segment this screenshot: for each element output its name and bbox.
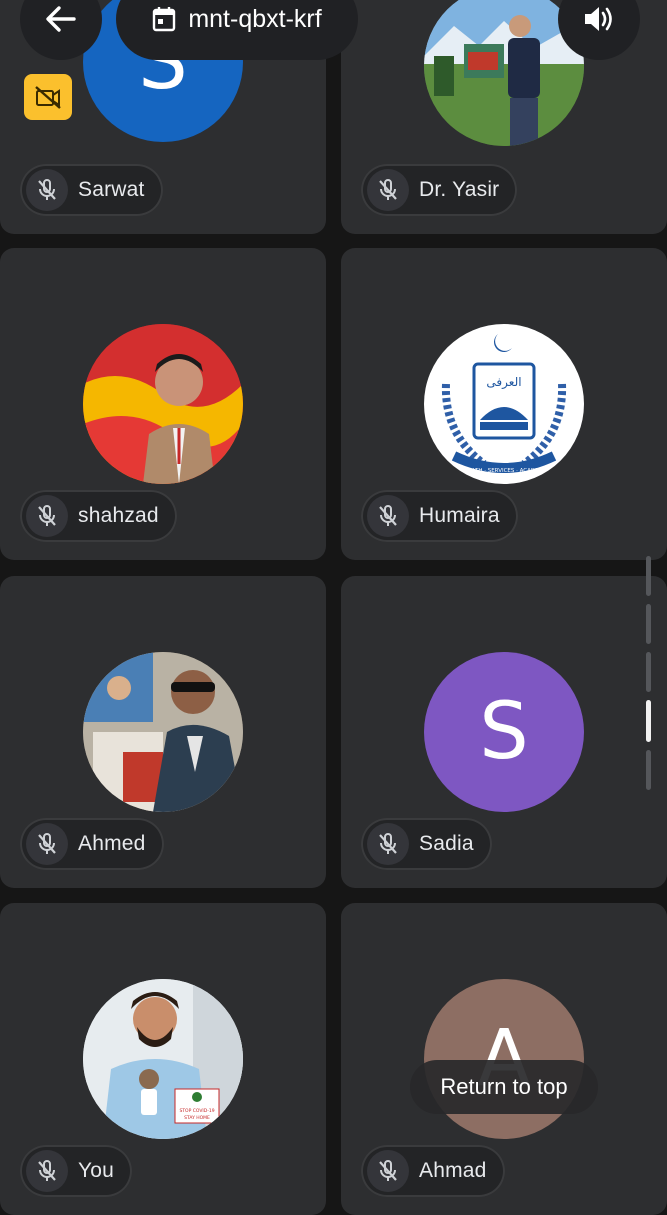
participant-name: Dr. Yasir (419, 178, 500, 201)
name-pill: Sarwat (20, 164, 163, 216)
participant-name: Ahmed (78, 832, 146, 855)
participant-name: Sarwat (78, 178, 145, 201)
scrollbar-segment (646, 750, 651, 790)
scrollbar-segment (646, 604, 651, 644)
participant-name: Ahmad (419, 1159, 487, 1182)
name-pill: Ahmed (20, 818, 164, 870)
scrollbar-thumb[interactable] (646, 700, 651, 742)
arrow-left-icon (46, 6, 76, 32)
participant-tile-you[interactable]: STOP COVID-19 STAY HOME You (0, 903, 326, 1215)
avatar-you: STOP COVID-19 STAY HOME (83, 979, 243, 1139)
avatar-letter: S (479, 687, 529, 777)
name-pill: Humaira (361, 490, 518, 542)
mic-off-icon (26, 823, 68, 865)
participant-tile-sadia[interactable]: S Sadia (341, 576, 667, 888)
avatar-humaira: العرفی HEALTH · SERVICES · ACADEMY (424, 324, 584, 484)
participant-name: shahzad (78, 504, 159, 527)
mic-off-icon (26, 495, 68, 537)
emblem-top-text: العرفی (486, 375, 521, 390)
mic-off-icon (367, 1150, 409, 1192)
calendar-icon (153, 7, 176, 32)
meeting-code: mnt-qbxt-krf (188, 4, 322, 33)
avatar-ahmad: A (424, 979, 584, 1139)
participant-name: Humaira (419, 504, 500, 527)
scrollbar-segment (646, 652, 651, 692)
participant-tile-ahmed[interactable]: Ahmed (0, 576, 326, 888)
participant-name: Sadia (419, 832, 474, 855)
camera-off-badge (24, 74, 72, 120)
poster-line1: STOP COVID-19 (179, 1108, 214, 1114)
participant-tile-shahzad[interactable]: shahzad (0, 248, 326, 560)
name-pill: Dr. Yasir (361, 164, 518, 216)
emblem-bottom-text: HEALTH · SERVICES · ACADEMY (461, 468, 547, 474)
mic-off-icon (26, 1150, 68, 1192)
avatar-sadia: S (424, 652, 584, 812)
mic-off-icon (367, 495, 409, 537)
speaker-icon (585, 7, 612, 31)
participant-name: You (78, 1159, 115, 1182)
name-pill: Ahmad (361, 1145, 505, 1197)
poster-line2: STAY HOME (184, 1115, 210, 1121)
scrollbar-segment (646, 556, 651, 596)
name-pill: You (20, 1145, 133, 1197)
meeting-info-button[interactable]: mnt-qbxt-krf (116, 0, 358, 60)
mic-off-icon (367, 169, 409, 211)
mic-off-icon (367, 823, 409, 865)
participant-tile-ahmad[interactable]: A Ahmad (341, 903, 667, 1215)
avatar-shahzad (83, 324, 243, 484)
name-pill: Sadia (361, 818, 492, 870)
mic-off-icon (26, 169, 68, 211)
return-to-top-button[interactable]: Return to top (410, 1060, 598, 1114)
name-pill: shahzad (20, 490, 177, 542)
camera-off-icon (35, 86, 61, 109)
avatar-ahmed (83, 652, 243, 812)
participant-tile-humaira[interactable]: العرفی HEALTH · SERVICES · ACADEMY Humai… (341, 248, 667, 560)
